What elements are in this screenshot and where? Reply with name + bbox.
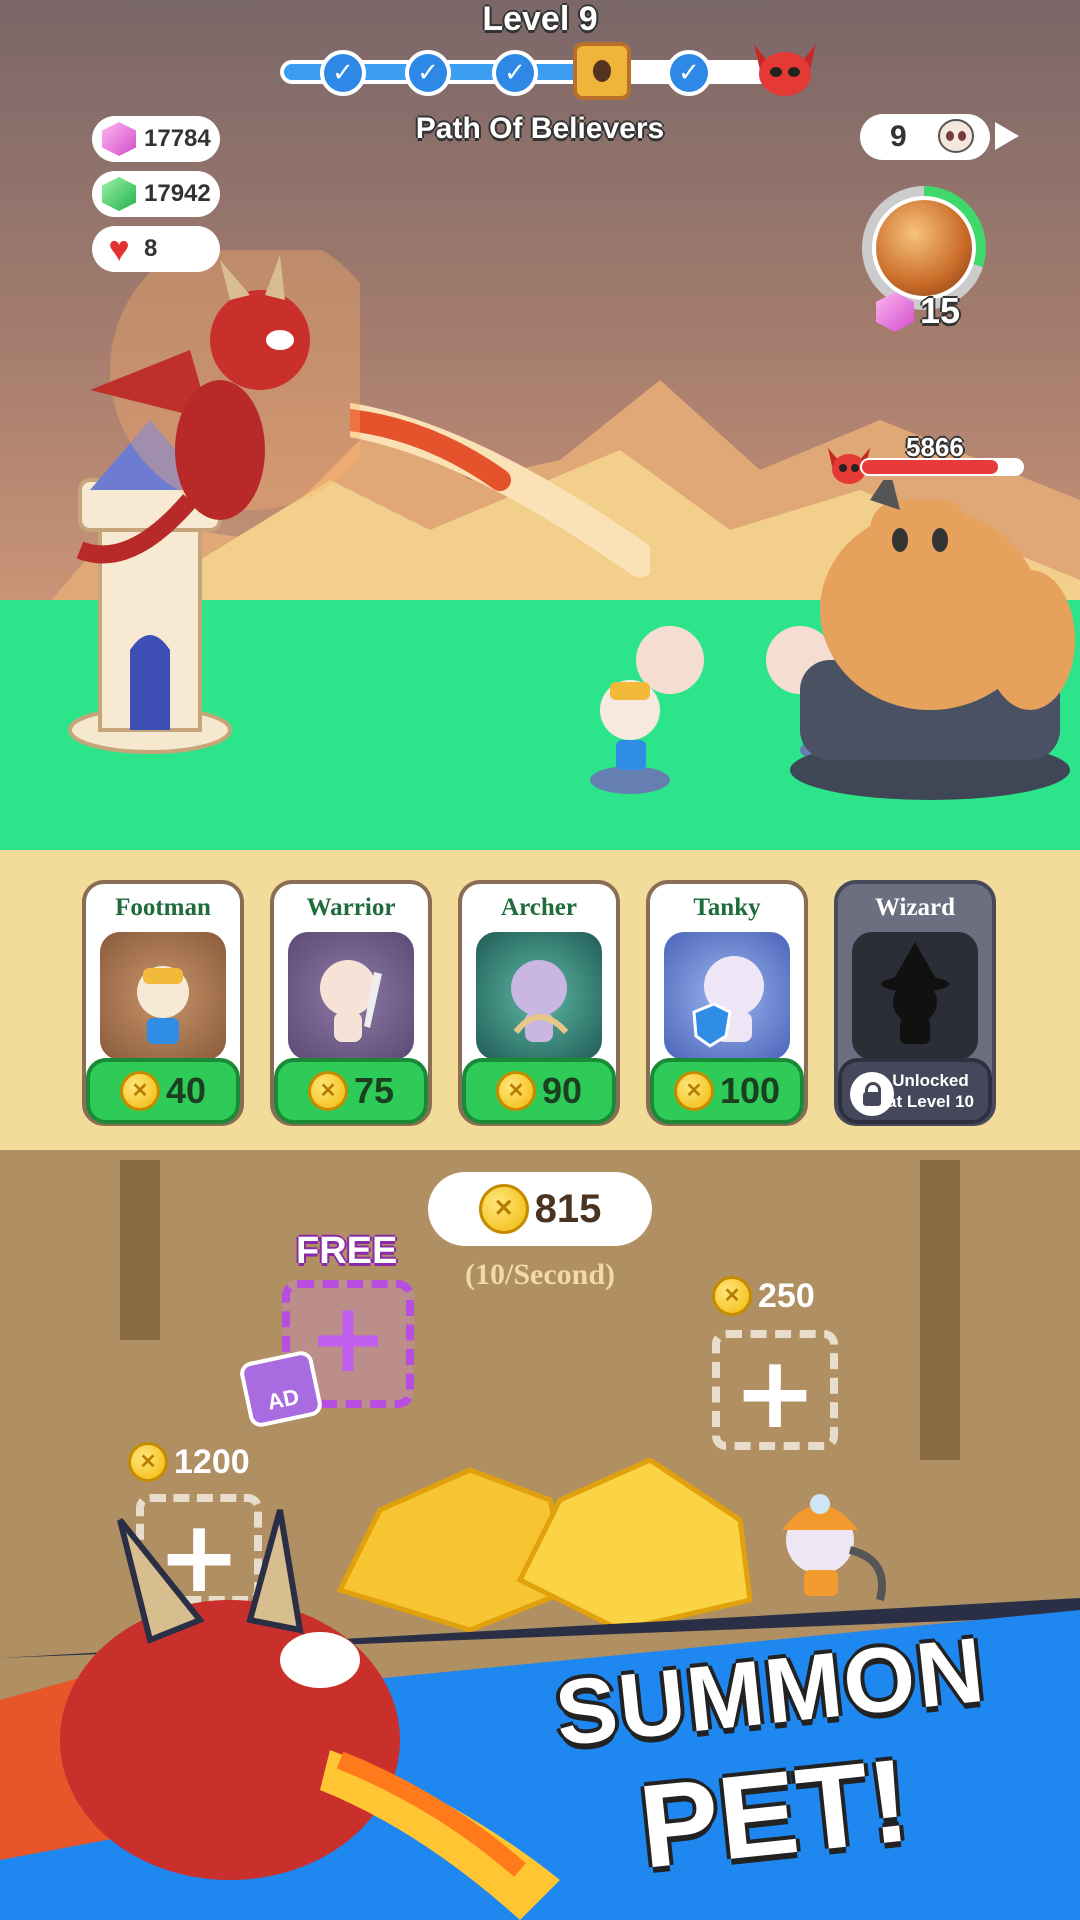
fire-breath-projectile [350,403,650,577]
unit-cost: 100 [719,1070,781,1111]
wave-count: 9 [890,120,907,153]
unit-cost: 75 [353,1070,395,1111]
coin-icon [119,1071,160,1111]
slot-cost-left: 1200 [128,1442,250,1482]
level-title: Level 9 [482,0,598,38]
green-gem-icon [102,177,136,211]
fast-forward-icon[interactable] [995,122,1019,150]
unit-name: Tanky [693,894,761,921]
ally-unit-group [590,626,704,794]
boss-hp-bar [860,458,1024,476]
mine-support-beam [920,1160,960,1460]
boss-skull-icon [754,44,816,96]
buy-footman-button[interactable]: 40 [86,1058,240,1124]
free-label: FREE [296,1230,398,1272]
coin-icon [673,1071,714,1111]
unit-card-archer[interactable]: Archer 90 [458,880,620,1126]
plus-icon: + [733,1334,817,1451]
meteor-ability-button[interactable] [872,196,976,300]
stage-complete-marker: ✓ [492,50,538,96]
coin-icon [307,1071,348,1111]
promo-dragon [0,1509,560,1920]
slot-cost-value: 250 [758,1276,815,1315]
unit-cost: 90 [541,1070,583,1111]
footman-portrait [100,932,226,1060]
locked-message: Unlocked at Level 10 [887,1070,974,1112]
stage-complete-marker: ✓ [405,50,451,96]
miner-character [782,1494,886,1601]
checkmark-icon: ✓ [670,54,708,92]
skull-icon [938,119,974,153]
stage-complete-marker: ✓ [320,50,366,96]
archer-portrait [476,932,602,1060]
unit-card-footman[interactable]: Footman 40 [82,880,244,1126]
lock-icon [850,1072,894,1116]
green-gem-count: 17942 [144,180,211,207]
buy-archer-button[interactable]: 90 [462,1058,616,1124]
tanky-portrait [664,932,790,1060]
hero-dragon [76,250,360,564]
coin-icon [495,1071,536,1111]
wizard-portrait [852,932,978,1060]
warrior-portrait [288,932,414,1060]
gold-counter: 815 [428,1172,652,1246]
unit-name: Footman [115,894,211,921]
slot-cost-value: 1200 [174,1442,250,1481]
coin-icon [128,1442,168,1482]
golem-boss [790,480,1075,800]
unit-name: Wizard [874,894,956,921]
unit-name: Warrior [306,894,396,921]
checkmark-icon: ✓ [409,54,447,92]
heart-icon: ♥ [108,228,130,269]
pink-gem-icon [102,122,136,156]
locked-line-1: Unlocked [892,1071,969,1090]
buy-tanky-button[interactable]: 100 [650,1058,804,1124]
gold-rate: (10/Second) [465,1258,615,1291]
checkmark-icon: ✓ [496,54,534,92]
stage-complete-marker: ✓ [666,50,712,96]
unit-card-tanky[interactable]: Tanky 100 [646,880,808,1126]
checkmark-icon: ✓ [324,54,362,92]
buy-warrior-button[interactable]: 75 [274,1058,428,1124]
unit-card-warrior[interactable]: Warrior 75 [270,880,432,1126]
coin-icon [478,1184,529,1234]
banner-title-line-2: PET! [633,1734,915,1894]
pink-gem-count: 17784 [144,125,211,152]
mine-support-beam [120,1160,160,1340]
boss-hp-fill [862,460,998,474]
wizard-locked-banner: Unlocked at Level 10 [838,1058,992,1124]
gold-amount: 815 [534,1186,602,1231]
lock-icon [593,60,611,82]
coin-icon [712,1276,752,1316]
locked-line-2: at Level 10 [887,1092,974,1111]
buy-miner-slot-button[interactable]: + [712,1330,838,1450]
unit-cost: 40 [165,1070,207,1111]
unit-name: Archer [501,894,577,921]
lives-count: 8 [144,235,158,262]
slot-cost-right: 250 [712,1276,815,1316]
green-gem-counter: 17942 [92,171,220,217]
pink-gem-counter: 17784 [92,116,220,162]
lives-counter: ♥ 8 [92,226,220,272]
treasure-chest-icon [573,42,631,100]
meteor-ability-cost: 15 [920,290,961,331]
unit-card-wizard: Wizard Unlocked at Level 10 [834,880,996,1126]
